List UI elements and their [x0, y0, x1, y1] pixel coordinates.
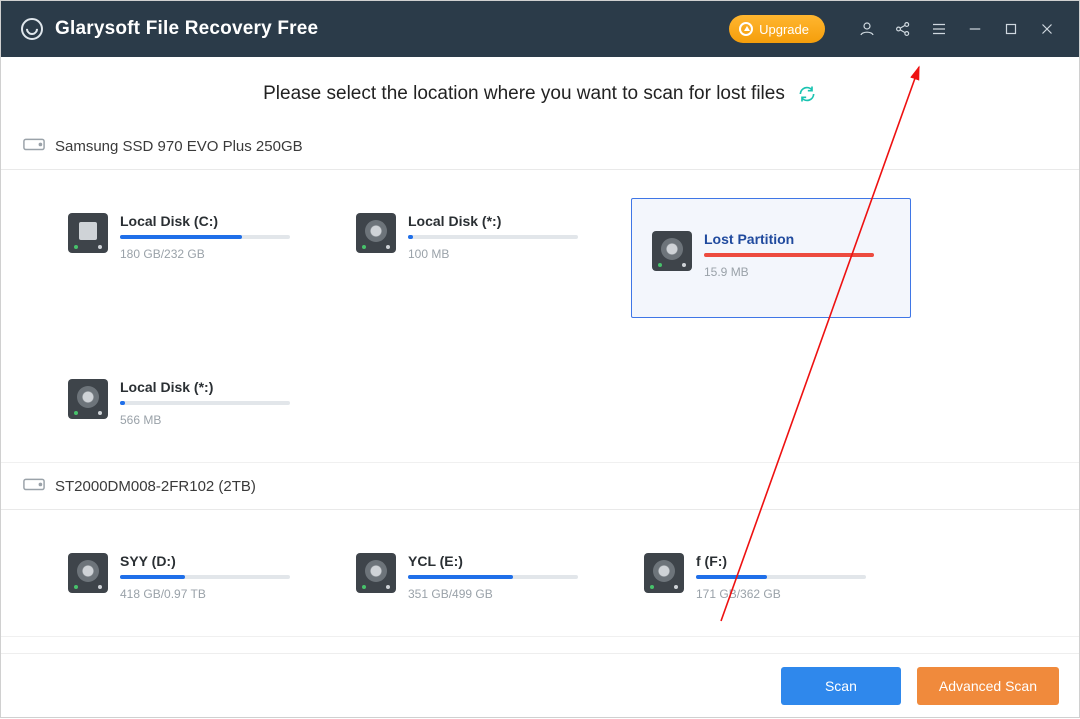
partition-card[interactable]: Local Disk (C:) 180 GB/232 GB	[55, 198, 319, 276]
account-icon[interactable]	[849, 1, 885, 57]
instruction-text: Please select the location where you wan…	[263, 83, 785, 105]
partition-info: f (F:) 171 GB/362 GB	[696, 553, 882, 601]
partition-size: 566 MB	[120, 413, 306, 427]
close-icon[interactable]	[1029, 1, 1065, 57]
menu-icon[interactable]	[921, 1, 957, 57]
partition-name: YCL (E:)	[408, 553, 594, 569]
advanced-scan-button[interactable]: Advanced Scan	[917, 667, 1059, 705]
disk-icon	[68, 379, 108, 419]
partition-size: 351 GB/499 GB	[408, 587, 594, 601]
upgrade-button[interactable]: Upgrade	[729, 15, 825, 43]
partition-name: f (F:)	[696, 553, 882, 569]
share-icon[interactable]	[885, 1, 921, 57]
partition-name: SYY (D:)	[120, 553, 306, 569]
drive-icon	[23, 475, 45, 497]
partition-card[interactable]: Local Disk (*:) 100 MB	[343, 198, 607, 276]
partition-size: 171 GB/362 GB	[696, 587, 882, 601]
usage-bar	[120, 401, 290, 405]
partition-card[interactable]: f (F:) 171 GB/362 GB	[631, 538, 895, 616]
usage-bar	[408, 575, 578, 579]
app-title: Glarysoft File Recovery Free	[55, 18, 318, 40]
disk-icon	[652, 231, 692, 271]
partition-card[interactable]: Lost Partition 15.9 MB	[631, 198, 911, 318]
disk-name: Samsung SSD 970 EVO Plus 250GB	[55, 138, 303, 155]
titlebar: Glarysoft File Recovery Free Upgrade	[1, 1, 1079, 57]
minimize-icon[interactable]	[957, 1, 993, 57]
partition-info: Local Disk (*:) 566 MB	[120, 379, 306, 427]
partition-size: 15.9 MB	[704, 265, 890, 279]
partition-info: YCL (E:) 351 GB/499 GB	[408, 553, 594, 601]
upgrade-arrow-icon	[739, 22, 753, 36]
partition-grid: SYY (D:) 418 GB/0.97 TB YCL (E:) 351 GB/…	[1, 510, 1079, 637]
partition-size: 180 GB/232 GB	[120, 247, 306, 261]
partition-card[interactable]: SYY (D:) 418 GB/0.97 TB	[55, 538, 319, 616]
partition-size: 100 MB	[408, 247, 594, 261]
partition-name: Local Disk (*:)	[120, 379, 306, 395]
disk-list[interactable]: Samsung SSD 970 EVO Plus 250GB Local Dis…	[1, 123, 1079, 649]
usage-bar	[120, 575, 290, 579]
app-logo-icon	[21, 18, 43, 40]
partition-name: Local Disk (C:)	[120, 213, 306, 229]
scan-button[interactable]: Scan	[781, 667, 901, 705]
disk-icon	[356, 553, 396, 593]
footer-bar: Scan Advanced Scan	[1, 653, 1079, 717]
partition-name: Lost Partition	[704, 231, 890, 247]
partition-info: SYY (D:) 418 GB/0.97 TB	[120, 553, 306, 601]
disk-icon	[68, 213, 108, 253]
partition-info: Local Disk (C:) 180 GB/232 GB	[120, 213, 306, 261]
disk-icon	[356, 213, 396, 253]
disk-icon	[68, 553, 108, 593]
main-area: Please select the location where you wan…	[1, 57, 1079, 653]
maximize-icon[interactable]	[993, 1, 1029, 57]
drive-icon	[23, 135, 45, 157]
disk-header: ST2000DM008-2FR102 (2TB)	[1, 463, 1079, 510]
partition-grid: Local Disk (C:) 180 GB/232 GB Local Disk…	[1, 170, 1079, 463]
upgrade-label: Upgrade	[759, 22, 809, 37]
partition-info: Local Disk (*:) 100 MB	[408, 213, 594, 261]
usage-bar	[408, 235, 578, 239]
usage-bar	[120, 235, 290, 239]
disk-name: ST2000DM008-2FR102 (2TB)	[55, 478, 256, 495]
partition-info: Lost Partition 15.9 MB	[704, 231, 890, 279]
usage-bar	[704, 253, 874, 257]
usage-bar	[696, 575, 866, 579]
disk-header: Samsung SSD 970 EVO Plus 250GB	[1, 123, 1079, 170]
partition-name: Local Disk (*:)	[408, 213, 594, 229]
instruction-row: Please select the location where you wan…	[1, 57, 1079, 123]
partition-card[interactable]: YCL (E:) 351 GB/499 GB	[343, 538, 607, 616]
partition-card[interactable]: Local Disk (*:) 566 MB	[55, 364, 319, 442]
partition-size: 418 GB/0.97 TB	[120, 587, 306, 601]
disk-icon	[644, 553, 684, 593]
refresh-icon[interactable]	[797, 84, 817, 104]
